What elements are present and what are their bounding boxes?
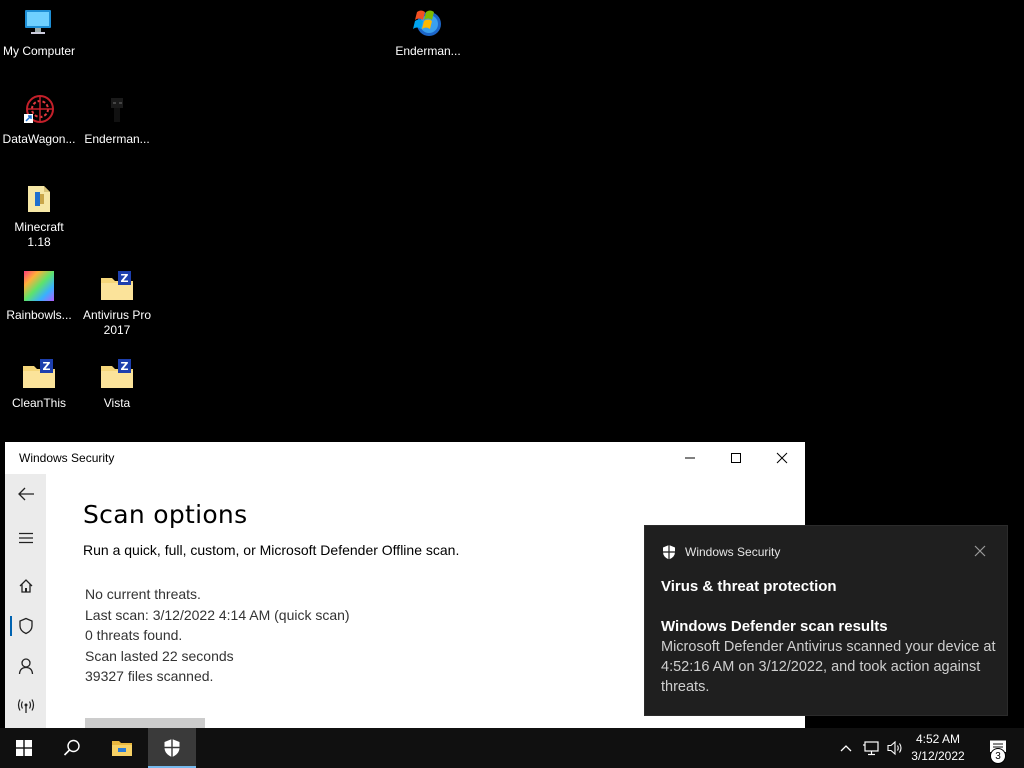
- zip-folder-icon: Z: [23, 359, 55, 388]
- desktop-icon-vista[interactable]: Z Vista: [78, 358, 156, 411]
- nav-firewall-network[interactable]: [5, 686, 46, 726]
- computer-icon: [25, 10, 51, 34]
- clock-date: 3/12/2022: [911, 749, 965, 763]
- notification-count-badge: 3: [990, 748, 1006, 764]
- close-icon: [974, 545, 986, 557]
- minimize-button[interactable]: [667, 442, 713, 474]
- network-icon: [863, 741, 879, 756]
- toast-close-button[interactable]: [973, 544, 987, 558]
- desktop-icon-label: Vista: [103, 396, 131, 410]
- volume-icon: [887, 740, 902, 756]
- desktop-icon-datawagon[interactable]: DataWagon...: [0, 94, 78, 147]
- desktop-icon-label: Enderman...: [84, 132, 150, 146]
- rainbow-icon: [24, 271, 54, 301]
- zip-folder-icon: Z: [101, 271, 133, 300]
- window-title: Windows Security: [19, 451, 115, 465]
- chevron-up-icon: [840, 745, 852, 752]
- svg-text:Z: Z: [121, 360, 129, 373]
- svg-text:Z: Z: [121, 272, 129, 285]
- maximize-icon: [731, 453, 741, 463]
- search-button[interactable]: [48, 728, 96, 768]
- taskbar-file-explorer[interactable]: [98, 728, 146, 768]
- desktop-icon-minecraft[interactable]: Minecraft 1.18: [0, 182, 78, 250]
- toast-app-name: Windows Security: [685, 545, 781, 559]
- home-icon: [19, 579, 32, 593]
- wireless-icon: [17, 699, 34, 713]
- taskbar-clock[interactable]: 4:52 AM 3/12/2022: [908, 731, 968, 765]
- nav-account-protection[interactable]: [5, 646, 46, 686]
- desktop-icon-label: My Computer: [2, 44, 76, 58]
- desktop-icon-enderman-2[interactable]: Enderman...: [78, 94, 156, 147]
- enderman-icon: [111, 98, 123, 122]
- person-icon: [18, 658, 33, 675]
- zip-folder-icon: Z: [101, 359, 133, 388]
- toast-heading: Virus & threat protection: [661, 578, 837, 595]
- windows-start-icon: [16, 740, 32, 756]
- svg-text:Z: Z: [43, 360, 51, 373]
- desktop-icon-label: CleanThis: [11, 396, 67, 410]
- window-titlebar[interactable]: Windows Security: [5, 442, 805, 474]
- close-icon: [776, 452, 788, 464]
- desktop-icon-cleanthis[interactable]: Z CleanThis: [0, 358, 78, 411]
- nav-home[interactable]: [5, 566, 46, 606]
- network-button[interactable]: [859, 728, 883, 768]
- windows-logo-icon: [413, 10, 441, 36]
- start-button[interactable]: [0, 728, 48, 768]
- desktop-icon-label: Rainbowls...: [6, 308, 72, 322]
- shield-icon: [164, 739, 180, 757]
- desktop-icon-antivirus-pro[interactable]: Z Antivirus Pro 2017: [78, 270, 156, 338]
- minimize-icon: [685, 457, 695, 459]
- volume-button[interactable]: [884, 728, 906, 768]
- hamburger-menu-icon: [18, 532, 33, 544]
- toast-body: Microsoft Defender Antivirus scanned you…: [661, 639, 996, 695]
- shield-icon: [18, 617, 33, 635]
- shield-icon: [663, 545, 675, 560]
- action-center-button[interactable]: 3: [974, 728, 1022, 768]
- desktop-icon-label: Antivirus Pro 2017: [82, 308, 152, 337]
- back-arrow-icon: [17, 487, 34, 501]
- navigation-rail: [5, 474, 46, 728]
- desktop-icon-label: DataWagon...: [2, 132, 76, 146]
- toast-notification[interactable]: Windows Security Virus & threat protecti…: [644, 525, 1008, 716]
- folder-icon: [28, 186, 50, 212]
- clock-time: 4:52 AM: [915, 732, 961, 746]
- datawagon-icon: [24, 95, 54, 123]
- toast-app-header: Windows Security: [661, 544, 780, 560]
- desktop-icon-rainbowls[interactable]: Rainbowls...: [0, 270, 78, 323]
- desktop-icon-enderman-1[interactable]: Enderman...: [389, 6, 467, 59]
- nav-virus-threat-protection[interactable]: [5, 606, 46, 646]
- menu-button[interactable]: [5, 518, 46, 558]
- close-button[interactable]: [759, 442, 805, 474]
- desktop-icon-label: Minecraft 1.18: [14, 220, 64, 249]
- desktop-icon-my-computer[interactable]: My Computer: [0, 6, 78, 59]
- desktop-icon-label: Enderman...: [395, 44, 461, 58]
- taskbar-windows-security[interactable]: [148, 728, 196, 768]
- show-hidden-icons-button[interactable]: [836, 728, 856, 768]
- file-explorer-icon: [112, 741, 132, 756]
- back-button[interactable]: [5, 474, 46, 514]
- taskbar: 4:52 AM 3/12/2022 3: [0, 728, 1024, 768]
- nav-selection-indicator: [10, 616, 12, 636]
- quick-scan-button[interactable]: Quick scan: [85, 718, 205, 728]
- search-icon: [63, 739, 80, 756]
- maximize-button[interactable]: [713, 442, 759, 474]
- toast-title: Windows Defender scan results: [661, 618, 888, 635]
